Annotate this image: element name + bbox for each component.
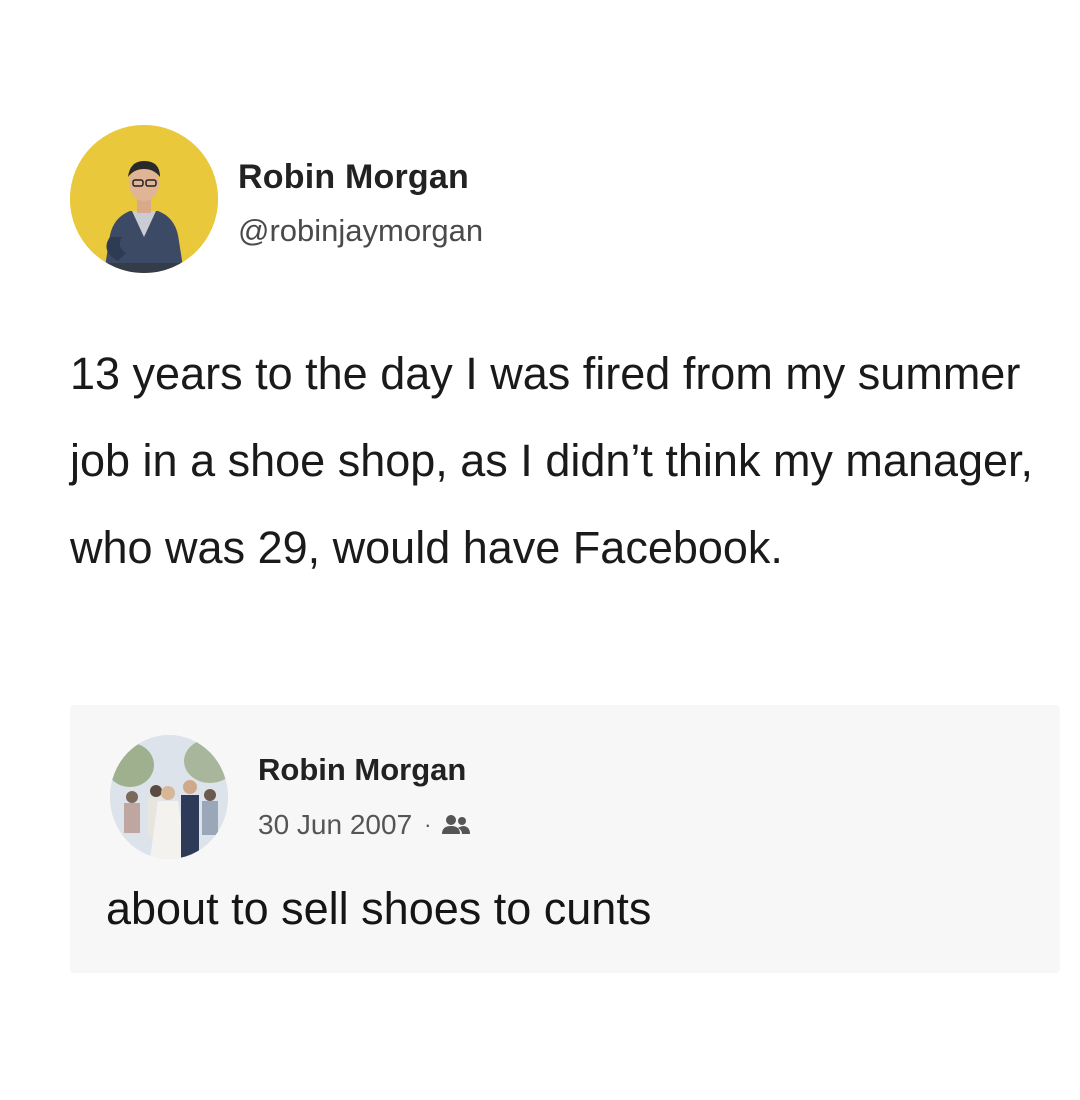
facebook-post-author-name[interactable]: Robin Morgan <box>258 752 466 788</box>
profile-photo-icon <box>70 125 218 273</box>
facebook-post-meta: 30 Jun 2007 · <box>258 809 471 841</box>
facebook-post-date[interactable]: 30 Jun 2007 <box>258 809 412 841</box>
profile-photo-icon <box>110 735 228 859</box>
tweet-avatar[interactable] <box>70 125 218 273</box>
facebook-post-avatar[interactable] <box>110 735 228 859</box>
tweet-header: Robin Morgan @robinjaymorgan <box>70 125 970 275</box>
meta-separator: · <box>424 812 432 837</box>
screenshot: Robin Morgan @robinjaymorgan 13 years to… <box>0 0 1080 1100</box>
facebook-post-card: Robin Morgan 30 Jun 2007 · about to sell… <box>70 705 1060 973</box>
friends-icon[interactable] <box>441 812 471 838</box>
facebook-post-text: about to sell shoes to cunts <box>106 883 652 934</box>
tweet-author-handle[interactable]: @robinjaymorgan <box>238 213 483 249</box>
tweet-author-name[interactable]: Robin Morgan <box>238 158 469 197</box>
tweet-text: 13 years to the day I was fired from my … <box>70 348 1034 573</box>
